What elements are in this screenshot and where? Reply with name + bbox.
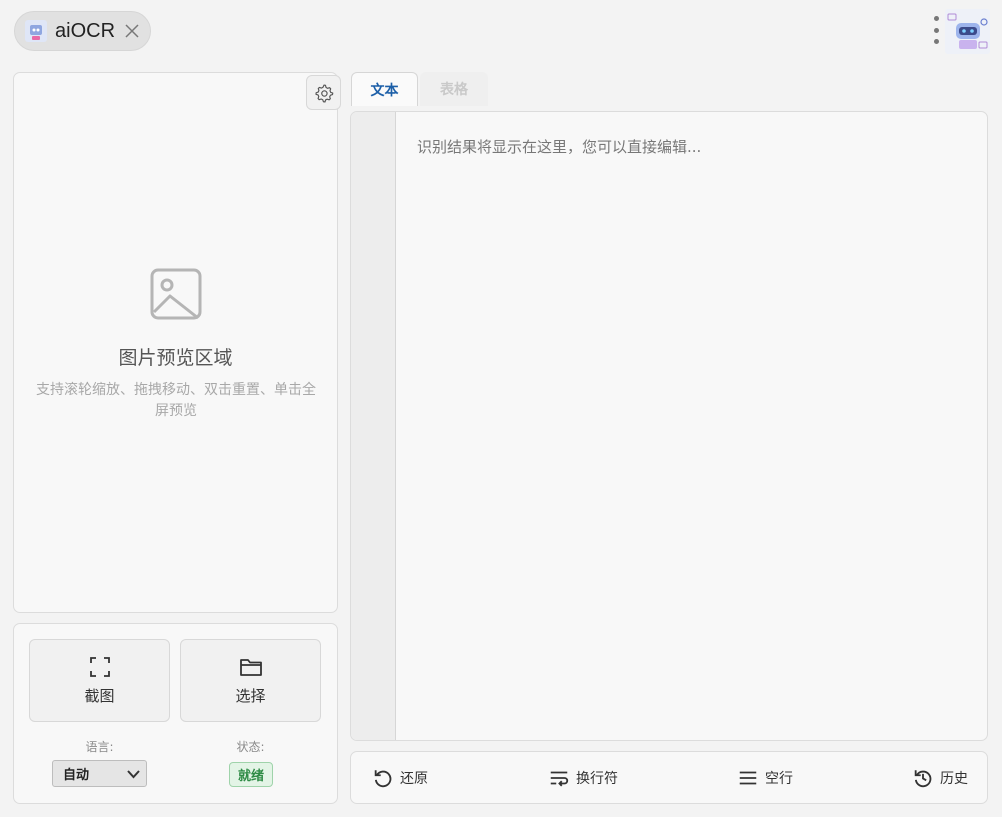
- menu-lines-icon: [739, 771, 757, 785]
- more-vert-icon[interactable]: [926, 15, 946, 45]
- newline-label: 换行符: [576, 771, 618, 787]
- status-badge: 就绪: [229, 762, 273, 787]
- language-select-value: 自动: [63, 768, 90, 783]
- gear-icon: [314, 84, 333, 102]
- history-label: 历史: [940, 771, 968, 787]
- language-label: 语言:: [85, 740, 114, 754]
- titlebar: aiOCR: [0, 0, 1002, 62]
- blank-line-button[interactable]: 空行: [737, 765, 793, 791]
- result-editor[interactable]: 识别结果将显示在这里，您可以直接编辑...: [350, 111, 988, 741]
- blank-line-label: 空行: [765, 771, 793, 787]
- newline-button[interactable]: 换行符: [548, 765, 618, 791]
- preview-title: 图片预览区域: [118, 347, 233, 369]
- preview-hint: 支持滚轮缩放、拖拽移动、双击重置、单击全屏预览: [36, 382, 316, 419]
- tab-table[interactable]: 表格: [420, 72, 488, 106]
- screenshot-button-label: 截图: [84, 687, 115, 705]
- select-file-button[interactable]: 选择: [180, 639, 321, 722]
- fullscreen-icon: [89, 657, 110, 677]
- close-icon[interactable]: [124, 23, 140, 39]
- robot-avatar-icon[interactable]: [945, 9, 990, 54]
- chevron-down-icon: [127, 770, 140, 779]
- image-icon: [150, 268, 202, 320]
- image-preview-panel[interactable]: 图片预览区域 支持滚轮缩放、拖拽移动、双击重置、单击全屏预览: [13, 72, 341, 613]
- restore-label: 还原: [400, 771, 428, 787]
- undo-icon: [374, 770, 392, 788]
- app-tab[interactable]: aiOCR: [14, 11, 151, 51]
- screenshot-button[interactable]: 截图: [29, 639, 170, 722]
- tab-text[interactable]: 文本: [351, 72, 418, 106]
- controls-panel: 截图 选择 语言: 状态: 自动 就绪: [13, 623, 338, 804]
- wrap-text-icon: [550, 771, 569, 787]
- editor-placeholder: 识别结果将显示在这里，您可以直接编辑...: [417, 138, 702, 156]
- settings-button[interactable]: [306, 75, 341, 110]
- app-name: aiOCR: [55, 19, 116, 42]
- language-select[interactable]: 自动: [52, 760, 147, 787]
- history-button[interactable]: 历史: [912, 765, 968, 791]
- history-icon: [914, 770, 932, 788]
- folder-icon: [239, 659, 262, 676]
- line-number-gutter: [351, 112, 396, 740]
- editor-toolbar: 还原 换行符 空行 历史: [350, 751, 988, 804]
- select-file-button-label: 选择: [235, 687, 266, 705]
- status-label: 状态:: [236, 740, 265, 754]
- restore-button[interactable]: 还原: [372, 765, 428, 791]
- app-logo-icon: [25, 20, 47, 42]
